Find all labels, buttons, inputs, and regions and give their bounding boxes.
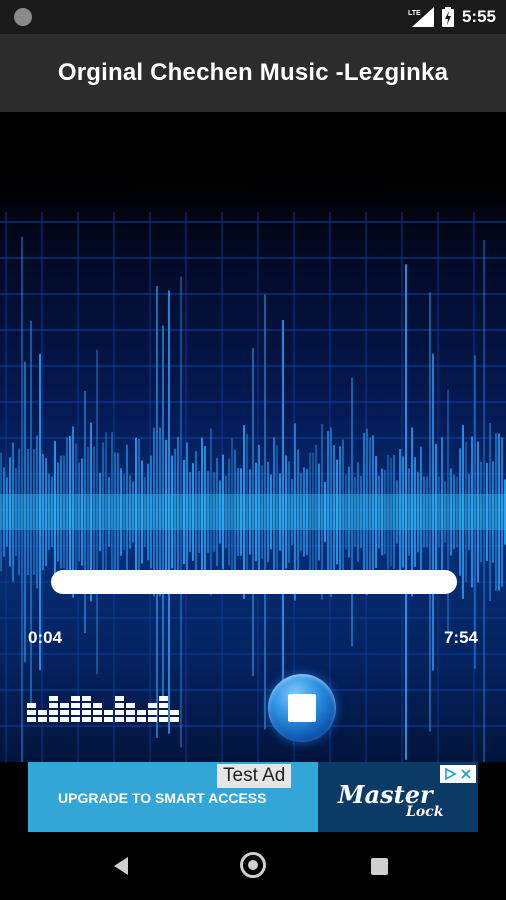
home-icon[interactable] [240,852,266,878]
ad-choices-close-icon [461,769,471,779]
ad-choices-play-icon [445,767,457,781]
stop-button[interactable] [268,674,336,742]
app-title: Orginal Chechen Music -Lezginka [57,59,449,86]
player-area [0,112,506,762]
equalizer-icon[interactable] [27,686,182,728]
seek-bar[interactable] [51,570,457,594]
battery-charging-icon [441,7,454,27]
notification-dot-icon [14,8,32,26]
navigation-bar [0,832,506,900]
ad-banner[interactable]: UPGRADE TO SMART ACCESS Test Ad Master L… [28,762,478,832]
ad-choices-icon[interactable] [440,765,476,783]
ad-headline[interactable]: UPGRADE TO SMART ACCESS [58,790,266,806]
status-icons: LTE 5:55 [408,6,496,28]
status-bar: LTE 5:55 [0,0,506,34]
app-bar: Orginal Chechen Music -Lezginka [0,34,506,112]
sound-wave-visual [0,236,506,762]
home-icon-inner [248,860,258,870]
svg-text:LTE: LTE [408,10,421,17]
status-time: 5:55 [461,7,496,26]
ad-brand-sub: Lock [406,804,444,820]
lte-signal-icon: LTE [408,7,434,27]
stop-icon [288,694,316,722]
recents-icon[interactable] [371,858,388,875]
total-time: 7:54 [443,628,478,647]
ad-test-label: Test Ad [217,764,292,788]
back-icon[interactable] [112,856,130,876]
current-time: 0:04 [28,628,63,647]
